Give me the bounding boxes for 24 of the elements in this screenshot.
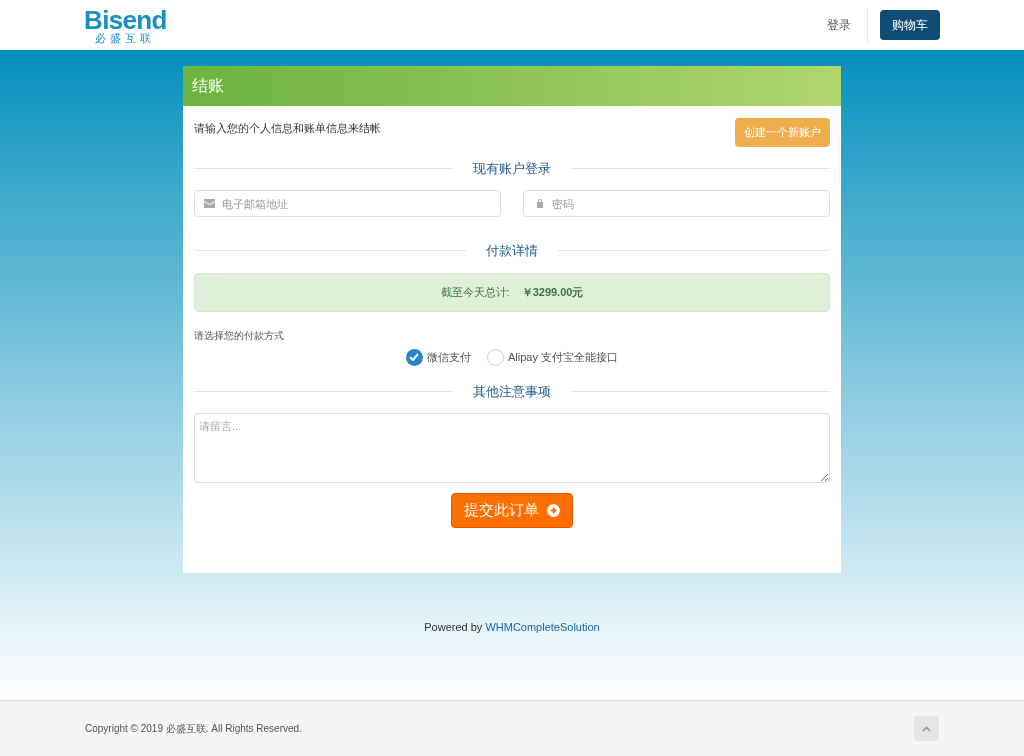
payment-prompt: 请选择您的付款方式	[194, 328, 284, 343]
notes-field[interactable]: 请留言...	[194, 413, 830, 483]
total-value: ￥3299.00元	[521, 284, 584, 300]
lock-icon	[536, 198, 544, 208]
section-heading: 付款详情	[485, 242, 539, 260]
back-to-top-button[interactable]	[914, 716, 939, 741]
powered-by-text: Powered by WHMCompleteSolution	[424, 620, 600, 635]
powered-by-link[interactable]: WHMCompleteSolution	[485, 621, 600, 633]
intro-text: 请输入您的个人信息和账单信息来结帐	[194, 121, 381, 136]
cart-button[interactable]: 购物车	[880, 10, 940, 40]
copyright-text: Copyright © 2019 必盛互联. All Rights Reserved.	[85, 722, 302, 736]
payment-option[interactable]: Alipay 支付宝全能接口	[487, 348, 618, 366]
email-field[interactable]: 电子邮箱地址	[194, 190, 501, 217]
password-field[interactable]: 密码	[523, 190, 830, 217]
section-heading: 现有账户登录	[472, 159, 552, 178]
section-heading: 其他注意事项	[472, 382, 552, 401]
chevron-up-icon	[922, 725, 931, 732]
total-label: 截至今天总计:	[440, 284, 510, 300]
envelope-icon	[204, 199, 215, 208]
card-title: 结账	[192, 76, 224, 96]
logo[interactable]: Bisend 必盛互联	[84, 6, 167, 44]
payment-option[interactable]: 微信支付	[406, 348, 471, 366]
arrow-right-circle-icon	[547, 504, 560, 517]
login-link[interactable]: 登录	[827, 8, 868, 42]
